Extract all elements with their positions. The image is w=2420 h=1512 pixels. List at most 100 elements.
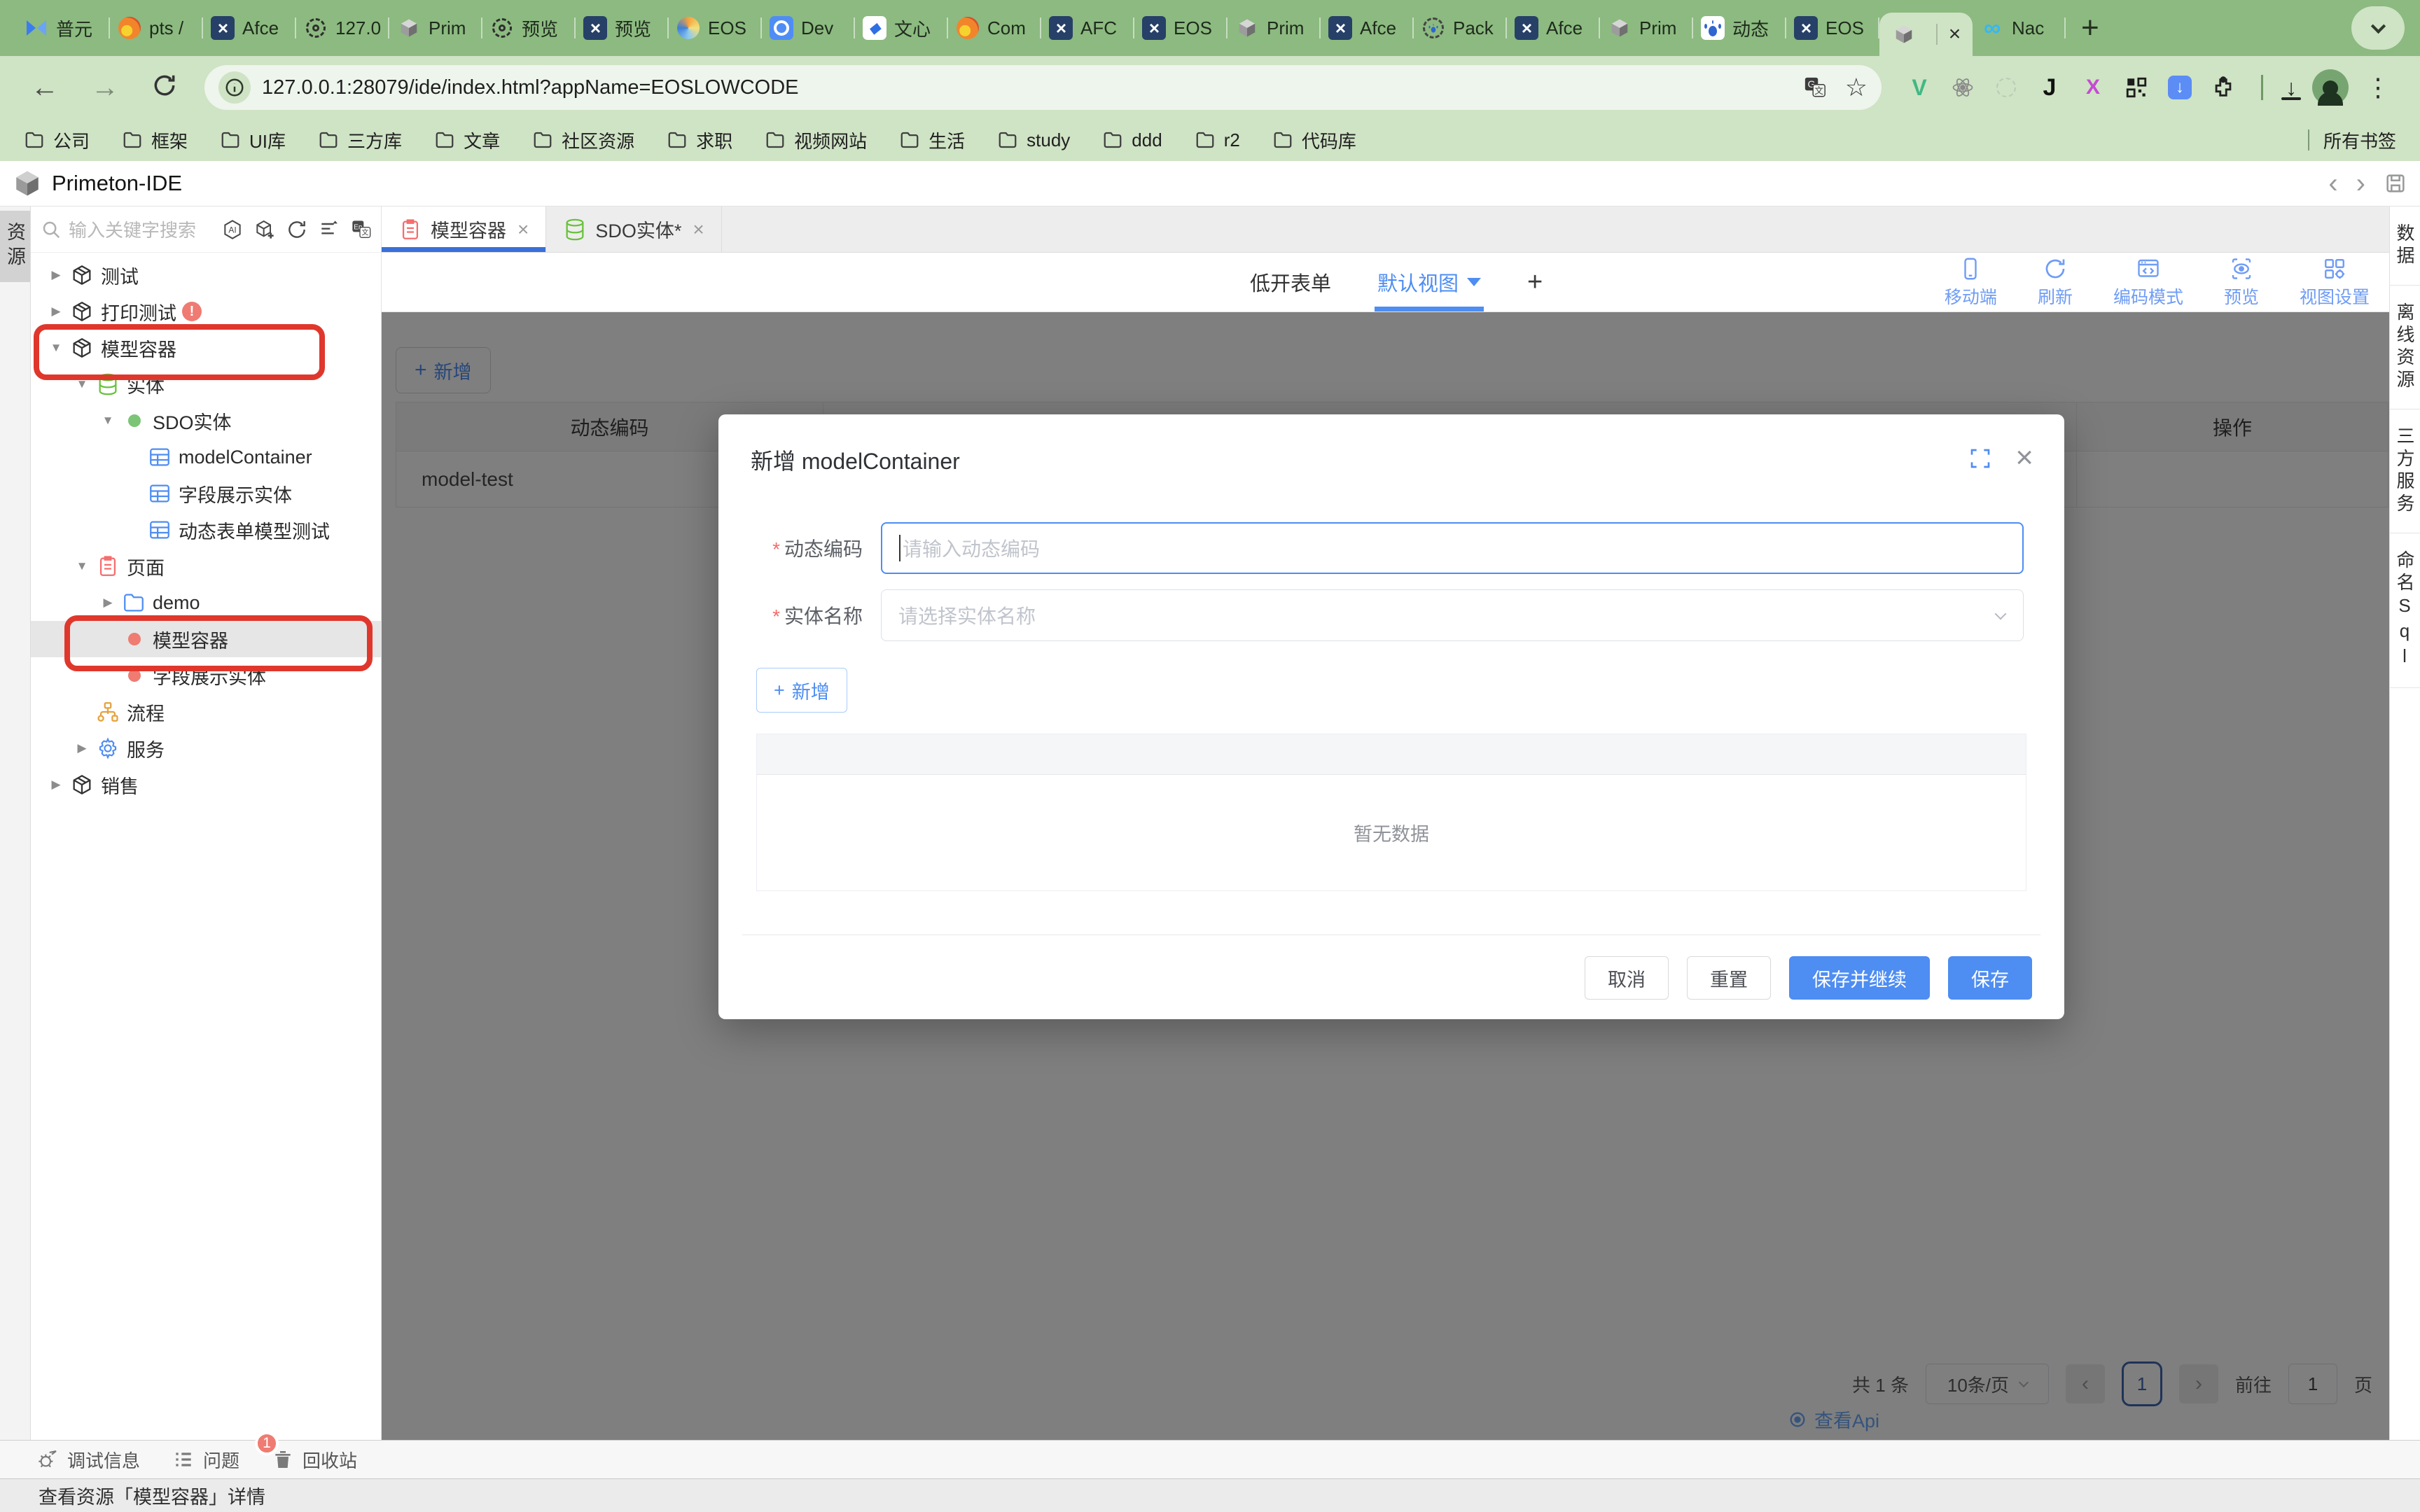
extension-button[interactable] [2122, 74, 2150, 102]
extension-button[interactable] [1992, 74, 2020, 102]
tree-item[interactable]: ▶ 服务 [31, 730, 381, 766]
dialog-col-header[interactable] [947, 734, 1137, 775]
browser-tab[interactable]: EOS [669, 0, 762, 56]
back-button[interactable]: ← [18, 74, 71, 102]
tree-caret-icon[interactable]: ▼ [68, 559, 96, 573]
bookmark-folder[interactable]: study [997, 130, 1070, 151]
tab-close-icon[interactable]: × [693, 218, 704, 241]
dialog-col-header[interactable] [1328, 734, 1518, 775]
dialog-col-header[interactable] [1518, 734, 1709, 775]
browser-tab[interactable]: 127.0 [296, 0, 389, 56]
tree-item[interactable]: 动态表单模型测试 [31, 512, 381, 548]
tree-item[interactable]: 字段展示实体 [31, 657, 381, 694]
tree-item[interactable]: ▼ 页面 [31, 548, 381, 584]
bookmark-folder[interactable]: 文章 [434, 127, 500, 153]
dialog-col-header[interactable] [1709, 734, 2026, 775]
tab-overflow-button[interactable] [2351, 6, 2405, 50]
close-icon[interactable]: × [2015, 442, 2033, 473]
downloads-icon[interactable]: ↓ [2277, 74, 2305, 102]
dialog-add-field-button[interactable]: + 新增 [756, 668, 847, 713]
tree-item[interactable]: 模型容器 [31, 621, 381, 657]
browser-tab[interactable]: 动态 [1693, 0, 1786, 56]
extension-button[interactable] [2209, 74, 2237, 102]
forward-button[interactable]: → [78, 74, 132, 102]
view-action-button[interactable]: 移动端 [1945, 256, 1997, 309]
debug-info-button[interactable]: 调试信息 [36, 1447, 140, 1473]
tree-caret-icon[interactable]: ▶ [42, 304, 70, 318]
view-action-button[interactable]: 编码模式 [2113, 256, 2183, 309]
rail-tab[interactable]: 三方服务 [2390, 410, 2420, 533]
field-control[interactable]: 请选择实体名称 [881, 589, 2024, 641]
browser-tab[interactable]: Com [948, 0, 1041, 56]
extension-button[interactable]: ↓ [2166, 74, 2194, 102]
tree-item[interactable]: ▶ demo [31, 584, 381, 621]
browser-tab[interactable]: × Afce [1507, 0, 1600, 56]
all-bookmarks-button[interactable]: 所有书签 [2323, 127, 2396, 153]
cancel-button[interactable]: 取消 [1585, 956, 1669, 1000]
tree-item[interactable]: modelContainer [31, 439, 381, 475]
browser-tab[interactable]: ◆ 文心 [855, 0, 948, 56]
tree-caret-icon[interactable]: ▶ [68, 741, 96, 755]
recycle-bin-button[interactable]: 回收站 [272, 1447, 357, 1473]
browser-tab[interactable]: × EOS [1786, 0, 1879, 56]
translate-icon[interactable]: G文 [1803, 76, 1827, 99]
tree-item[interactable]: 字段展示实体 [31, 475, 381, 512]
view-action-button[interactable]: 视图设置 [2300, 256, 2370, 309]
rail-tab[interactable]: 离线资源 [2390, 286, 2420, 410]
tree-item[interactable]: 流程 [31, 694, 381, 730]
tree-item[interactable]: ▼ 实体 [31, 366, 381, 402]
view-action-button[interactable]: 预览 [2224, 256, 2259, 309]
browser-tab[interactable]: × 预览 [576, 0, 669, 56]
extension-button[interactable]: V [1905, 74, 1933, 102]
tree-caret-icon[interactable]: ▼ [68, 377, 96, 391]
history-back-icon[interactable]: ‹ [2328, 169, 2337, 197]
refresh-tree-icon[interactable] [286, 218, 308, 241]
tree-caret-icon[interactable]: ▶ [42, 268, 70, 282]
tree-item[interactable]: ▼ SDO实体 [31, 402, 381, 439]
bookmark-folder[interactable]: 框架 [122, 127, 188, 153]
rail-tab[interactable]: 数据 [2390, 206, 2420, 286]
browser-tab[interactable]: × Afce [1321, 0, 1414, 56]
browser-tab[interactable]: Prim [389, 0, 482, 56]
browser-tab[interactable]: Prim [1600, 0, 1693, 56]
field-control[interactable]: 请输入动态编码 [881, 522, 2024, 574]
browser-tab[interactable]: 普元 [17, 0, 110, 56]
add-view-button[interactable]: + [1527, 267, 1543, 298]
bookmark-folder[interactable]: 三方库 [318, 127, 402, 153]
site-info-icon[interactable] [218, 71, 251, 104]
save-button[interactable]: 保存 [1948, 956, 2032, 1000]
url-text[interactable]: 127.0.0.1:28079/ide/index.html?appName=E… [262, 76, 1792, 99]
save-icon[interactable] [2384, 172, 2407, 195]
bookmark-folder[interactable]: 生活 [899, 127, 965, 153]
dialog-col-header[interactable] [757, 734, 947, 775]
translate-mode-icon[interactable]: En文 [350, 218, 373, 241]
new-tab-button[interactable]: + [2081, 13, 2099, 43]
bookmark-folder[interactable]: r2 [1195, 130, 1240, 151]
browser-tab[interactable]: × [1879, 13, 1973, 56]
url-bar[interactable]: 127.0.0.1:28079/ide/index.html?appName=E… [204, 65, 1882, 110]
browser-tab[interactable]: 预览 [482, 0, 576, 56]
profile-avatar[interactable] [2312, 69, 2349, 106]
browser-tab[interactable]: pts / [110, 0, 203, 56]
tree-caret-icon[interactable]: ▶ [94, 596, 122, 610]
browser-tab[interactable]: Dev [762, 0, 855, 56]
view-action-button[interactable]: 刷新 [2038, 256, 2073, 309]
browser-tab[interactable]: × Afce [203, 0, 296, 56]
editor-tab[interactable]: 模型容器 × [382, 206, 546, 252]
problems-button[interactable]: 问题 1 [172, 1447, 239, 1473]
view-selector[interactable]: 默认视图 [1377, 253, 1481, 312]
bookmark-star-icon[interactable]: ☆ [1845, 73, 1868, 102]
browser-tab[interactable]: × AFC [1041, 0, 1134, 56]
sort-list-icon[interactable] [318, 218, 340, 241]
bookmark-folder[interactable]: 社区资源 [532, 127, 634, 153]
bookmark-folder[interactable]: ddd [1102, 130, 1162, 151]
browser-menu-icon[interactable]: ⋮ [2365, 73, 2392, 102]
tree-item[interactable]: ▼ 模型容器 [31, 330, 381, 366]
bookmark-folder[interactable]: 代码库 [1272, 127, 1356, 153]
tab-close-icon[interactable]: × [517, 218, 529, 241]
rail-tab-resources[interactable]: 资源 [0, 211, 30, 282]
save-and-continue-button[interactable]: 保存并继续 [1789, 956, 1930, 1000]
dialog-col-header[interactable] [1137, 734, 1328, 775]
browser-tab[interactable]: × EOS [1134, 0, 1228, 56]
browser-tab[interactable]: ∞ Nac [1973, 0, 2066, 56]
